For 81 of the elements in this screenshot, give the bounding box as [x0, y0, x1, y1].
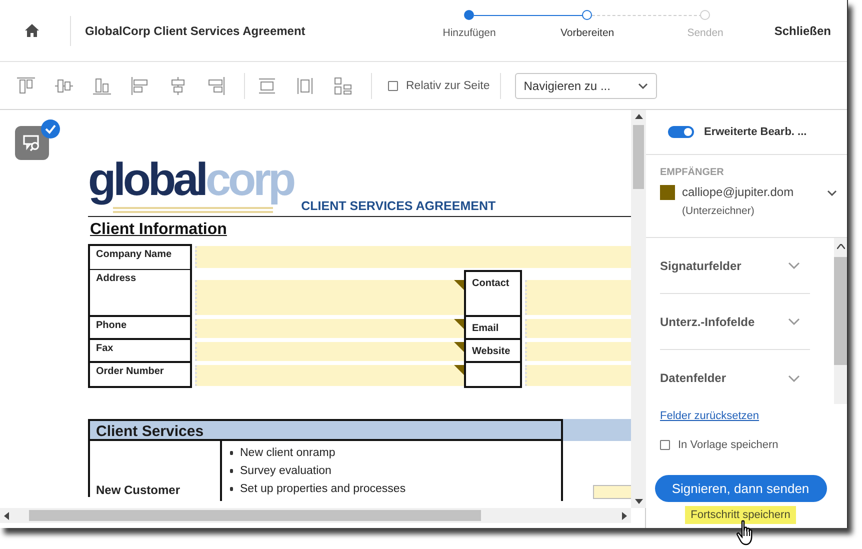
horizontal-scrollbar[interactable] — [0, 508, 631, 523]
recipient-email: calliope@jupiter.dom — [682, 185, 795, 199]
step-label: Vorbereiten — [560, 27, 614, 39]
form-field[interactable] — [525, 342, 631, 361]
document-title: GlobalCorp Client Services Agreement — [70, 16, 306, 46]
form-field[interactable] — [525, 319, 631, 338]
section-heading: EMPFÄNGER — [660, 167, 725, 178]
field-label: Fax — [88, 340, 192, 363]
home-icon[interactable] — [25, 24, 39, 37]
bullet-icon — [230, 487, 233, 491]
vertical-scrollbar[interactable] — [834, 238, 847, 404]
checkbox-label: Relativ zur Seite — [406, 80, 490, 92]
scroll-up-icon — [634, 114, 642, 119]
field-label: Company Name — [88, 244, 192, 270]
field-marker-icon — [454, 280, 464, 290]
table-header-cell — [563, 419, 631, 441]
sign-and-send-button[interactable]: Signieren, dann senden — [654, 475, 826, 502]
field-label: Phone — [88, 317, 192, 340]
save-progress-button[interactable]: Fortschritt speichern — [684, 506, 796, 524]
list-item: Set up properties and processes — [240, 483, 406, 495]
chevron-down-icon — [788, 374, 800, 382]
field-label: Contact — [464, 270, 522, 317]
checkbox[interactable] — [388, 80, 398, 90]
list-item: Survey evaluation — [240, 465, 332, 477]
scrollbar-thumb[interactable] — [29, 510, 481, 521]
table-cell: New Customer — [88, 441, 220, 497]
align-left-icon[interactable] — [130, 76, 150, 96]
scroll-down-icon — [634, 499, 642, 504]
scroll-up-icon — [836, 244, 844, 249]
field-label: Address — [88, 270, 192, 317]
align-right-icon[interactable] — [206, 76, 226, 96]
recipient-role: (Unterzeichner) — [682, 205, 756, 217]
checkbox[interactable] — [660, 440, 670, 450]
navigate-dropdown[interactable]: Navigieren zu ... — [514, 72, 657, 98]
form-field[interactable] — [195, 280, 464, 315]
section-title: Client Information — [90, 221, 227, 239]
form-field[interactable] — [195, 319, 464, 338]
chevron-down-icon — [788, 262, 800, 269]
scroll-right-icon — [622, 512, 627, 520]
distribute-vertical-icon[interactable] — [257, 76, 277, 96]
toggle-label: Erweiterte Bearb. ... — [704, 126, 807, 138]
checkbox-label: In Vorlage speichern — [678, 439, 778, 451]
form-field[interactable] — [195, 246, 631, 268]
chevron-down-icon[interactable] — [827, 190, 837, 196]
field-label: Website — [464, 340, 522, 363]
field-label: Email — [464, 317, 522, 340]
bullet-icon — [230, 469, 233, 473]
form-field[interactable] — [525, 280, 631, 315]
field-marker-icon — [454, 319, 464, 329]
toggle-switch[interactable] — [668, 126, 694, 138]
accordion-header[interactable]: Unterz.-Infofelde — [660, 294, 810, 350]
step-label: Senden — [687, 27, 724, 39]
accordion-header[interactable]: Datenfelder — [660, 350, 810, 406]
form-field[interactable] — [525, 365, 631, 386]
document-heading: CLIENT SERVICES AGREEMENT — [301, 199, 496, 213]
reset-link[interactable]: Felder zurücksetzen — [660, 410, 760, 422]
form-field[interactable] — [195, 365, 464, 386]
form-field[interactable] — [593, 485, 631, 499]
align-bottom-icon[interactable] — [92, 76, 112, 96]
chevron-down-icon — [638, 82, 648, 88]
vertical-scrollbar[interactable] — [631, 110, 646, 508]
company-logo: globalcorp — [88, 148, 298, 214]
step-label: Hinzufügen — [442, 27, 496, 39]
scroll-left-icon — [4, 512, 9, 520]
field-marker-icon — [454, 342, 464, 352]
comment-search-icon[interactable] — [15, 119, 61, 160]
chevron-down-icon — [788, 318, 800, 325]
table-cell — [464, 363, 522, 388]
scrollbar-thumb[interactable] — [633, 125, 644, 189]
scrollbar-thumb[interactable] — [834, 257, 847, 365]
field-label: Order Number — [88, 363, 192, 388]
form-field[interactable] — [195, 342, 464, 361]
table-header: Client Services — [88, 419, 563, 441]
bullet-icon — [230, 451, 233, 455]
distribute-horizontal-icon[interactable] — [295, 76, 315, 96]
field-marker-icon — [454, 365, 464, 375]
list-item: New client onramp — [240, 447, 336, 459]
accordion-header[interactable]: Signaturfelder — [660, 238, 810, 294]
align-top-icon[interactable] — [16, 76, 36, 96]
close-button[interactable]: Schließen — [770, 20, 835, 42]
grid-layout-icon[interactable] — [333, 76, 353, 96]
